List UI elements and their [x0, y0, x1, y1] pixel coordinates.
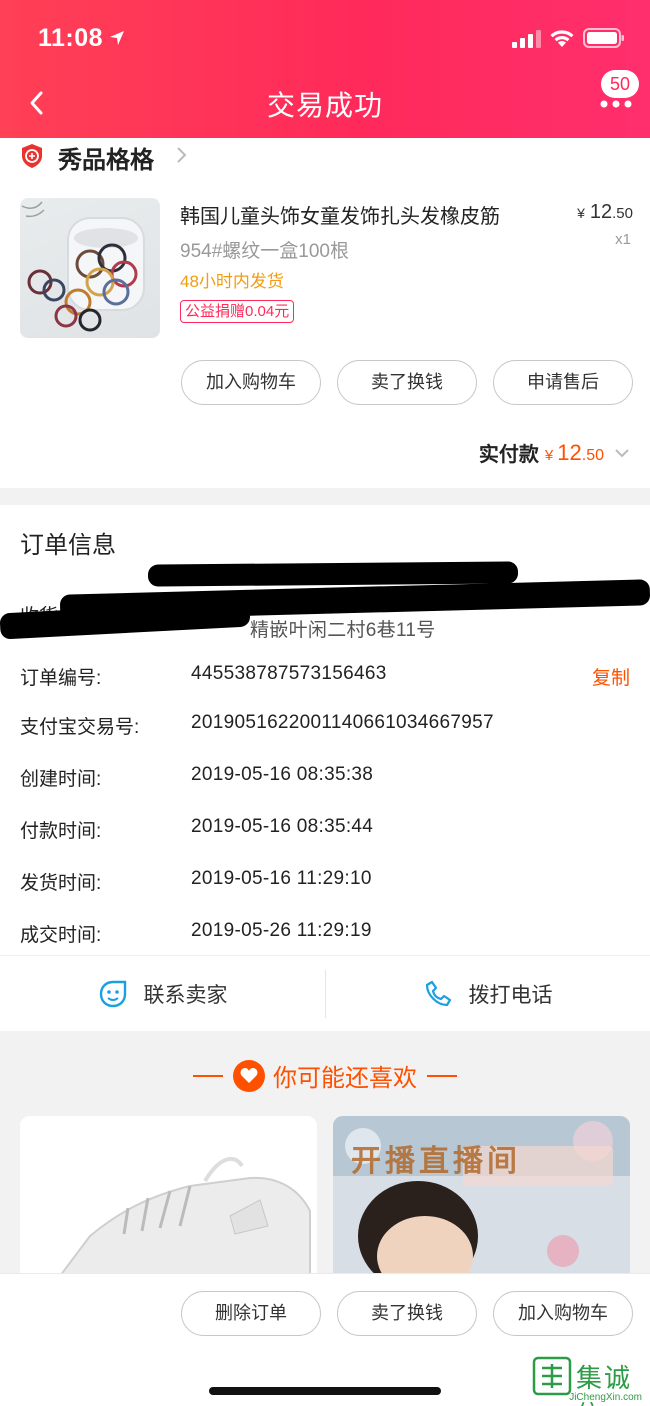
add-to-cart-button[interactable]: 加入购物车 — [181, 360, 321, 405]
header: 11:08 交易成功 50 — [0, 0, 650, 138]
signal-icon — [512, 30, 541, 48]
heart-icon — [233, 1059, 265, 1092]
after-sale-button[interactable]: 申请售后 — [493, 360, 633, 405]
contact-bar: 联系卖家 拨打电话 — [0, 955, 650, 1031]
shipped-time-label: 发货时间: — [20, 873, 102, 894]
payment-currency: ¥ — [544, 446, 554, 464]
recommend-item[interactable] — [20, 1116, 317, 1276]
payment-integer: 12 — [557, 439, 582, 465]
delete-order-button[interactable]: 删除订单 — [181, 1291, 321, 1336]
order-info-card: 订单信息 收货信息: 精嵌叶闲二村6巷11号 订单编号: 44553878757… — [0, 505, 650, 955]
order-number-label: 订单编号: — [20, 668, 102, 689]
hair-ties-illustration — [21, 201, 145, 332]
done-time-label: 成交时间: — [20, 925, 102, 946]
shipping-note: 48小时内发货 — [180, 272, 284, 291]
call-phone-button[interactable]: 拨打电话 — [325, 956, 650, 1032]
paid-time-label: 付款时间: — [20, 821, 102, 842]
product-spec: 954#螺纹一盒100根 — [180, 241, 349, 262]
recommend-title: 你可能还喜欢 — [273, 1065, 417, 1092]
created-time: 2019-05-16 08:35:38 — [191, 764, 374, 785]
shop-name[interactable]: 秀品格格 — [58, 140, 154, 175]
created-time-label: 创建时间: — [20, 769, 102, 790]
watermark: 集诚信 JiChengXin.com — [530, 1356, 642, 1406]
resell-button-bottom[interactable]: 卖了换钱 — [337, 1291, 477, 1336]
shop-badge-icon — [22, 144, 42, 168]
recommend-header: 你可能还喜欢 — [0, 1058, 650, 1102]
phone-icon — [425, 980, 451, 1007]
wifi-icon — [550, 30, 574, 47]
call-phone-label: 拨打电话 — [468, 984, 553, 1007]
watermark-logo-icon — [532, 1356, 572, 1396]
decor-line — [427, 1074, 457, 1077]
order-info-title: 订单信息 — [20, 532, 116, 559]
charity-badge: 公益捐赠0.04元 — [180, 300, 295, 323]
contact-seller-button[interactable]: 联系卖家 — [0, 956, 325, 1032]
payment-decimal: .50 — [581, 446, 604, 464]
page-title: 交易成功 — [266, 90, 383, 121]
watermark-subtext: JiChengXin.com — [569, 1392, 642, 1403]
chevron-right-icon[interactable] — [176, 146, 188, 164]
shipped-time: 2019-05-16 11:29:10 — [191, 868, 372, 889]
order-number: 445538787573156463 — [191, 663, 387, 684]
status-time: 11:08 — [38, 24, 104, 52]
price-currency: ¥ — [577, 205, 585, 221]
add-to-cart-button-bottom[interactable]: 加入购物车 — [493, 1291, 633, 1336]
order-detail-page: 11:08 交易成功 50 秀品格格 韩国儿童头饰女童发饰扎头发橡皮筋 954#… — [0, 0, 650, 1406]
receiver-address: 精嵌叶闲二村6巷11号 — [250, 620, 436, 641]
contact-seller-label: 联系卖家 — [143, 984, 228, 1007]
location-arrow-icon — [110, 31, 124, 45]
redaction-mark — [147, 561, 519, 587]
banner-text: 开播直播间 — [351, 1145, 521, 1178]
home-indicator[interactable] — [209, 1387, 441, 1395]
sneaker-image — [20, 1116, 317, 1276]
price-integer: 12 — [589, 201, 613, 223]
copy-button[interactable]: 复制 — [592, 663, 630, 690]
chevron-down-icon[interactable] — [614, 448, 630, 458]
product-price: ¥12.50 — [577, 201, 633, 224]
product-quantity: x1 — [615, 231, 631, 248]
bottom-action-bar: 删除订单 卖了换钱 加入购物车 集诚信 JiChengXin.com — [0, 1273, 650, 1406]
alipay-label: 支付宝交易号: — [20, 717, 140, 738]
price-decimal: .50 — [612, 205, 633, 222]
payment-label: 实付款 — [478, 444, 539, 466]
done-time: 2019-05-26 11:29:19 — [191, 920, 372, 941]
payment-amount: ¥12.50 — [545, 440, 604, 466]
battery-icon — [583, 28, 624, 48]
chat-face-icon — [99, 980, 126, 1008]
alipay-number: 2019051622001140661034667957 — [191, 712, 494, 733]
product-title[interactable]: 韩国儿童头饰女童发饰扎头发橡皮筋 — [180, 200, 550, 229]
status-bar: 11:08 — [0, 0, 650, 76]
paid-time: 2019-05-16 08:35:44 — [191, 816, 374, 837]
product-card: 秀品格格 韩国儿童头饰女童发饰扎头发橡皮筋 954#螺纹一盒100根 48小时内… — [0, 138, 650, 488]
recommend-item[interactable]: 开播直播间 — [333, 1116, 630, 1276]
product-image[interactable] — [20, 198, 160, 338]
message-count-badge[interactable]: 50 — [601, 70, 639, 98]
payment-total[interactable]: 实付款 ¥12.50 — [479, 438, 630, 468]
resell-button[interactable]: 卖了换钱 — [337, 360, 477, 405]
decor-line — [193, 1074, 223, 1077]
